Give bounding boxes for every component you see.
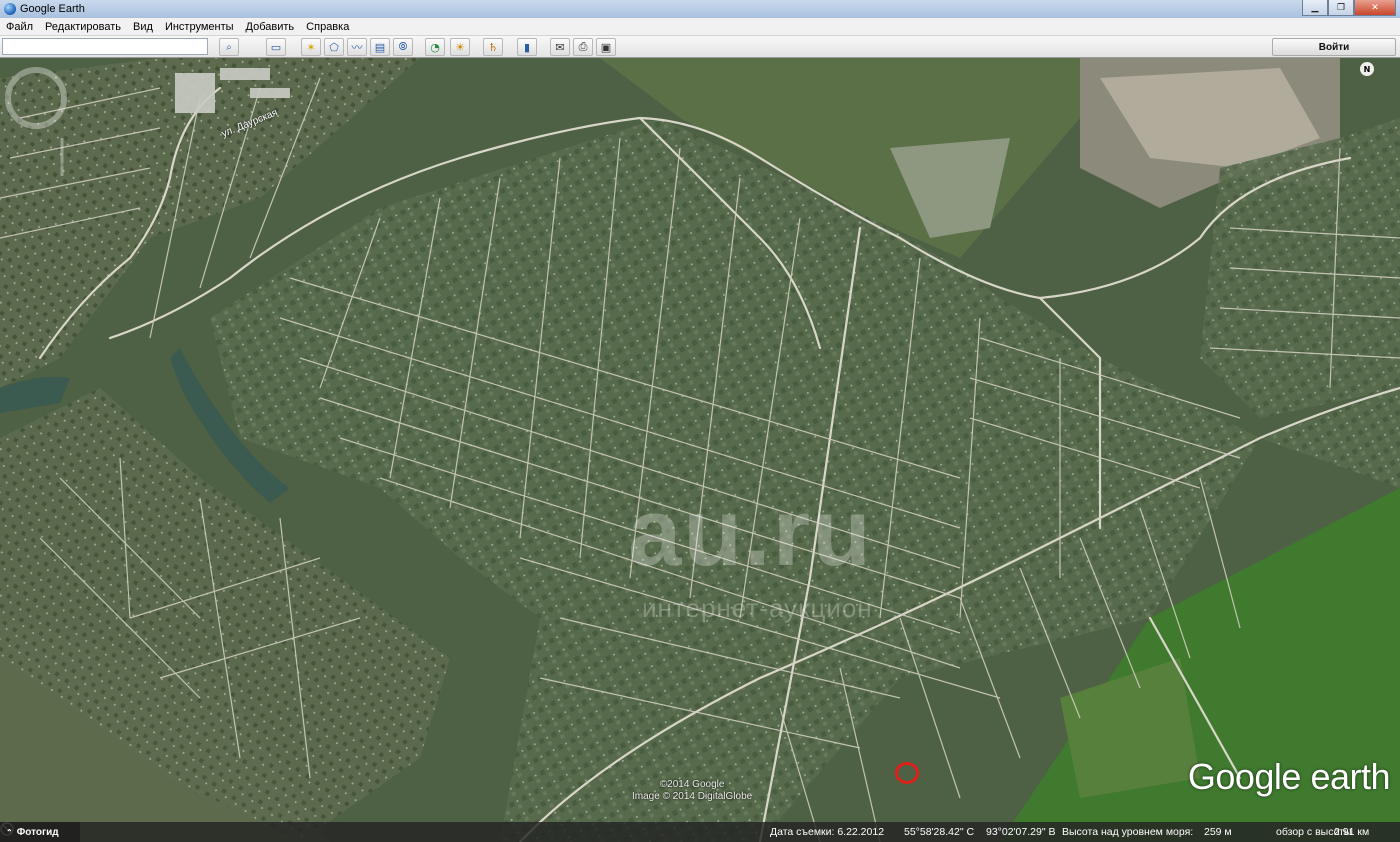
email-icon: ✉ [555, 40, 565, 54]
title-bar: Google Earth ▁ ❐ ✕ [0, 0, 1400, 18]
path-icon: 〰 [351, 41, 363, 54]
toolbar: ⌕ ▭ ✶ ⬠ 〰 ▤ ⦾ ◔ ☀ ♄ ▮ ✉ ⎙ ▣ Войти [0, 36, 1400, 58]
photo-tour-tab[interactable]: ⌃ Фотогид [0, 822, 80, 842]
add-overlay-button[interactable]: ▤ [370, 38, 390, 56]
add-placemark-button[interactable]: ✶ [301, 38, 321, 56]
historical-imagery-icon: ◔ [430, 40, 440, 54]
record-tour-button[interactable]: ⦾ [393, 38, 413, 56]
watermark-main: au.ru [628, 479, 873, 586]
historical-imagery-button[interactable]: ◔ [425, 38, 445, 56]
latitude: 55°58'28.42" С [904, 826, 975, 838]
overlay-icon: ▤ [374, 40, 386, 54]
close-button[interactable]: ✕ [1354, 0, 1396, 16]
sidebar-toggle-button[interactable]: ▭ [266, 38, 286, 56]
search-button[interactable]: ⌕ [219, 38, 239, 56]
planets-button[interactable]: ♄ [483, 38, 503, 56]
ruler-icon: ▮ [523, 40, 531, 54]
menu-edit[interactable]: Редактировать [39, 21, 127, 33]
view-in-maps-icon: ▣ [600, 40, 612, 54]
placemark-icon: ✶ [306, 40, 316, 54]
logo-earth: earth [1310, 756, 1390, 797]
window-title: Google Earth [20, 3, 85, 15]
imagery-copyright: ©2014 Google Image © 2014 DigitalGlobe [632, 779, 752, 803]
search-icon: ⌕ [226, 41, 232, 53]
elevation-value: 259 м [1204, 826, 1232, 838]
view-in-maps-button[interactable]: ▣ [596, 38, 616, 56]
navigation-controls[interactable] [0, 58, 70, 178]
elevation-label: Высота над уровнем моря: [1062, 826, 1194, 838]
eye-altitude-value: 2.91 км [1334, 826, 1370, 838]
menu-tools[interactable]: Инструменты [159, 21, 240, 33]
maximize-button[interactable]: ❐ [1328, 0, 1354, 16]
menu-view[interactable]: Вид [127, 21, 159, 33]
status-bar: Дата съемки: 6.22.2012 55°58'28.42" С 93… [0, 822, 1400, 842]
menu-help[interactable]: Справка [300, 21, 355, 33]
menu-add[interactable]: Добавить [240, 21, 301, 33]
google-earth-app-icon [4, 3, 16, 15]
copyright-line-2: Image © 2014 DigitalGlobe [632, 791, 753, 802]
print-button[interactable]: ⎙ [573, 38, 593, 56]
photo-tab-label: Фотогид [16, 826, 59, 838]
copyright-line-1: ©2014 Google [659, 779, 725, 790]
sidebar-icon: ▭ [270, 40, 282, 54]
email-button[interactable]: ✉ [550, 38, 570, 56]
sunlight-icon: ☀ [455, 40, 465, 54]
north-indicator[interactable]: N [1360, 62, 1374, 76]
record-tour-icon: ⦾ [398, 40, 408, 53]
menu-file[interactable]: Файл [0, 21, 39, 33]
add-path-button[interactable]: 〰 [347, 38, 367, 56]
longitude: 93°02'07.29" В [986, 826, 1056, 838]
ruler-button[interactable]: ▮ [517, 38, 537, 56]
planets-icon: ♄ [488, 40, 498, 54]
satellite-imagery [0, 58, 1400, 842]
google-earth-logo: Google earth [1187, 756, 1391, 798]
print-icon: ⎙ [578, 40, 588, 53]
search-input[interactable] [2, 38, 208, 55]
add-polygon-button[interactable]: ⬠ [324, 38, 344, 56]
window-controls: ▁ ❐ ✕ [1302, 0, 1396, 16]
location-marker [895, 762, 919, 784]
map-viewport[interactable]: ул. Даурская au.ru интернет-аукцион ©201… [0, 58, 1400, 842]
menu-bar: Файл Редактировать Вид Инструменты Добав… [0, 18, 1400, 36]
polygon-icon: ⬠ [329, 40, 339, 54]
minimize-button[interactable]: ▁ [1302, 0, 1328, 16]
signin-button[interactable]: Войти [1272, 38, 1396, 56]
watermark-sub: интернет-аукцион [642, 593, 873, 623]
chevron-up-icon: ⌃ [6, 827, 13, 837]
sunlight-button[interactable]: ☀ [450, 38, 470, 56]
logo-google: Google [1187, 756, 1302, 797]
imagery-date: Дата съемки: 6.22.2012 [770, 826, 885, 838]
